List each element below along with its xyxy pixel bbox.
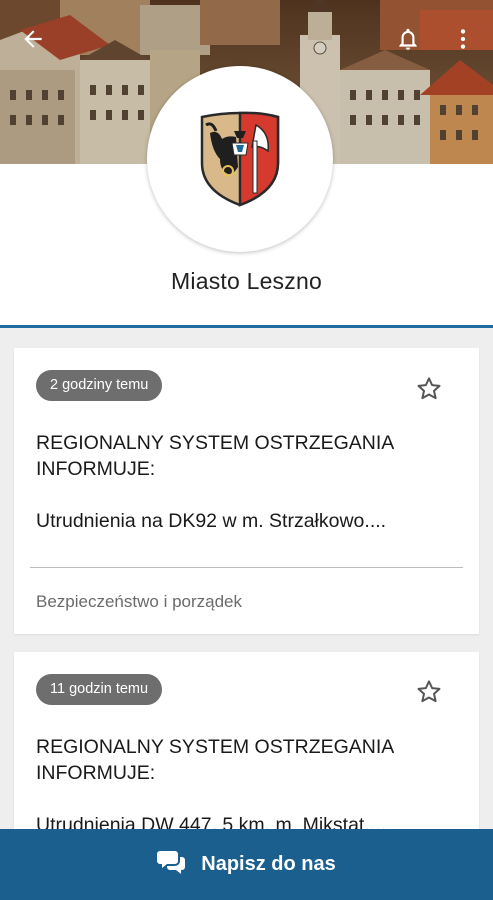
bell-icon	[395, 26, 421, 52]
city-name: Miasto Leszno	[171, 268, 322, 294]
write-to-us-label: Napisz do nas	[201, 853, 336, 875]
arrow-left-icon	[20, 26, 46, 52]
back-button[interactable]	[16, 22, 50, 56]
header-divider	[0, 325, 493, 328]
favorite-star-icon[interactable]	[414, 374, 444, 404]
city-logo	[147, 66, 333, 252]
post-category: Bezpieczeństwo i porządek	[36, 592, 243, 611]
chat-bubbles-icon	[157, 848, 187, 881]
card-divider	[30, 567, 463, 568]
overflow-menu-button[interactable]	[446, 22, 480, 56]
post-time-badge: 2 godziny temu	[36, 370, 163, 401]
post-time-badge: 11 godzin temu	[36, 674, 163, 705]
coat-of-arms-icon	[200, 111, 280, 207]
post-card[interactable]: 2 godziny temu REGIONALNY SYSTEM OSTRZEG…	[14, 348, 479, 634]
more-vertical-icon	[450, 26, 476, 52]
post-title: REGIONALNY SYSTEM OSTRZEGANIA INFORMUJE:	[36, 432, 394, 480]
favorite-star-icon[interactable]	[414, 677, 444, 707]
post-card[interactable]: 11 godzin temu REGIONALNY SYSTEM OSTRZEG…	[14, 652, 479, 852]
post-excerpt: Utrudnienia na DK92 w m. Strzałkowo....	[36, 510, 387, 532]
post-title: REGIONALNY SYSTEM OSTRZEGANIA INFORMUJE:	[36, 736, 394, 784]
notifications-button[interactable]	[391, 22, 425, 56]
write-to-us-button[interactable]: Napisz do nas	[0, 829, 493, 900]
